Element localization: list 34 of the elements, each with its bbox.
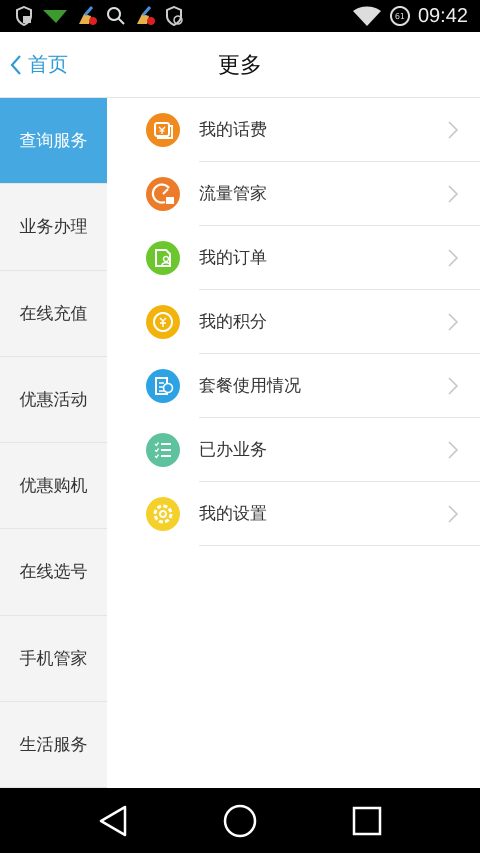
shield-sync-icon	[164, 6, 184, 26]
page-title: 更多	[218, 52, 262, 80]
menu-item[interactable]: 已办业务	[107, 418, 480, 482]
menu-label: 流量管家	[199, 183, 267, 205]
search-icon	[106, 6, 126, 26]
chevron-right-icon	[448, 184, 458, 202]
chevron-right-icon	[448, 504, 458, 522]
menu-label: 我的订单	[199, 247, 267, 269]
battery-percentage: 61	[394, 12, 406, 20]
shield-lock-icon	[14, 6, 34, 26]
menu-label: 我的积分	[199, 311, 267, 333]
recent-apps-icon[interactable]	[352, 806, 382, 836]
chevron-right-icon	[448, 312, 458, 330]
chevron-right-icon	[448, 120, 458, 138]
menu-label: 我的设置	[199, 503, 267, 525]
menu-label: 我的话费	[199, 119, 267, 141]
menu-item[interactable]: 套餐使用情况	[107, 354, 480, 418]
back-icon[interactable]	[98, 804, 128, 836]
menu-label: 套餐使用情况	[199, 375, 301, 397]
menu-item[interactable]: 流量管家	[107, 162, 480, 226]
chevron-right-icon	[448, 248, 458, 266]
broom-alert-icon	[134, 6, 156, 26]
menu-item[interactable]: 我的设置	[107, 482, 480, 546]
broom-alert-icon	[76, 6, 98, 26]
clock: 09:42	[418, 4, 468, 28]
home-icon[interactable]	[222, 804, 257, 838]
menu-item[interactable]: 我的订单	[107, 226, 480, 290]
chevron-right-icon	[448, 376, 458, 394]
menu-label: 已办业务	[199, 439, 267, 461]
menu-item[interactable]: 我的积分	[107, 290, 480, 354]
chevron-left-icon	[10, 54, 22, 76]
chevron-right-icon	[448, 440, 458, 458]
menu-item[interactable]: 我的话费	[107, 98, 480, 162]
wifi-icon	[352, 6, 382, 26]
